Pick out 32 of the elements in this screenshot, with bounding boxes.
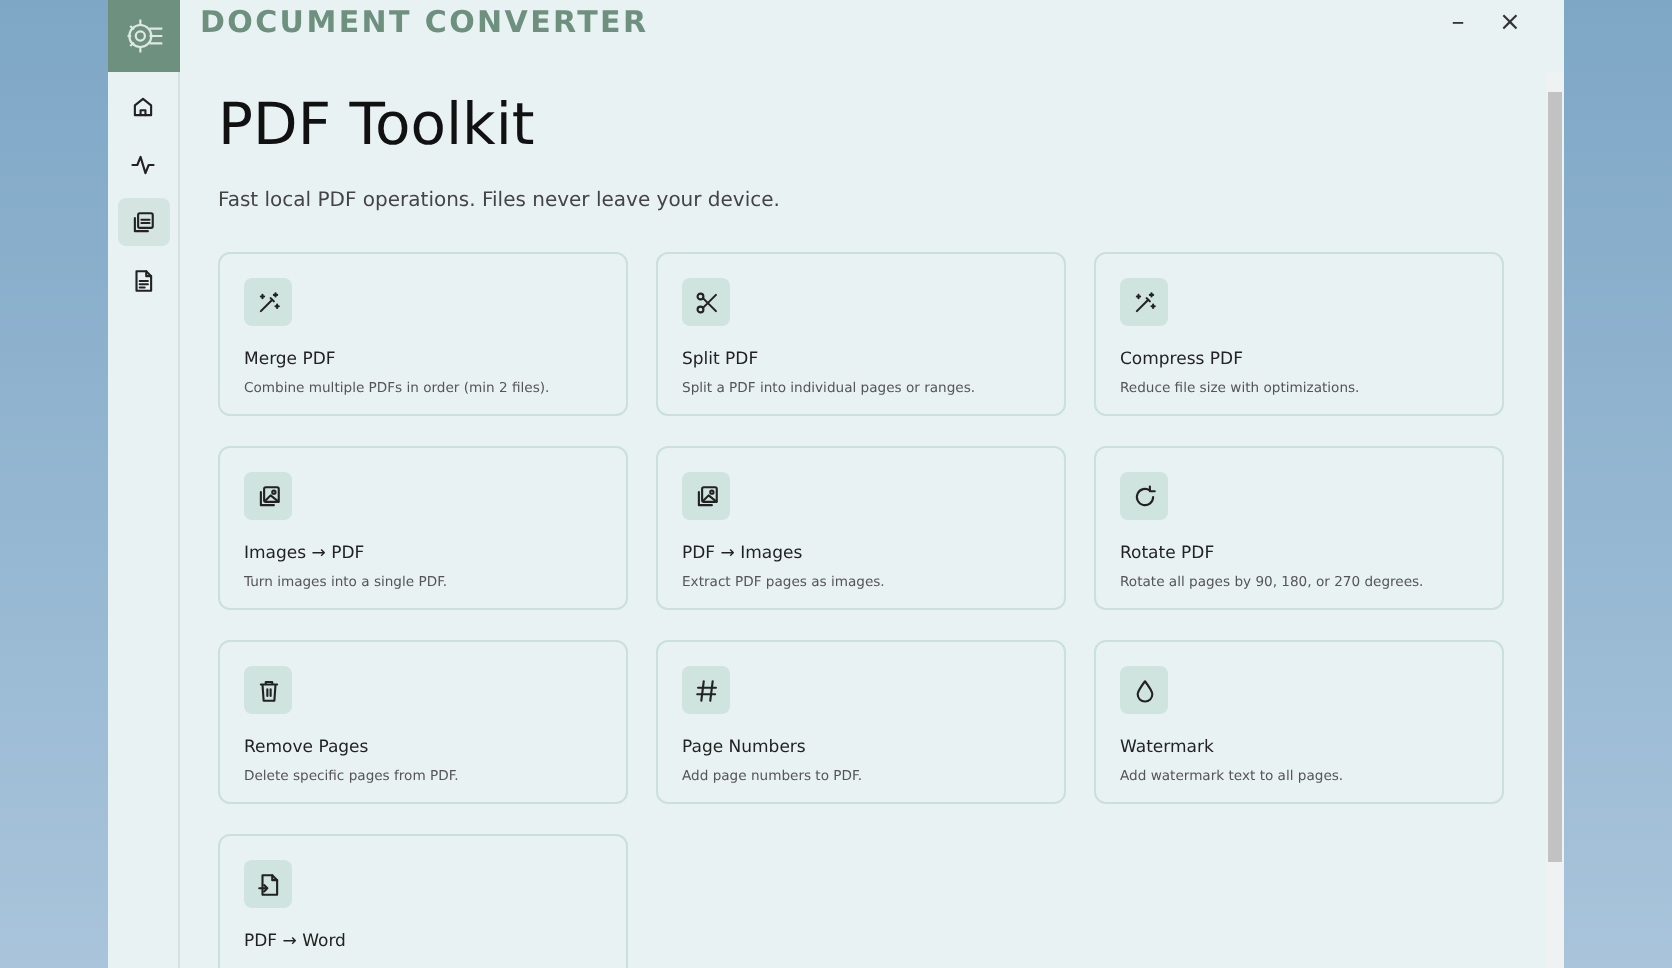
minimize-button[interactable]: – <box>1436 9 1480 36</box>
tool-title: Remove Pages <box>244 740 371 760</box>
app-title: DOCUMENT CONVERTER <box>200 2 649 44</box>
sidebar-nav-button[interactable] <box>117 198 169 246</box>
tool-title: Watermark <box>1120 740 1216 760</box>
files-icon <box>130 209 156 235</box>
tool-title: Compress PDF <box>1120 352 1245 372</box>
images-icon <box>693 483 719 510</box>
droplet-icon <box>1131 677 1157 704</box>
page-subtitle: Fast local PDF operations. Files never leave your device. <box>218 188 782 217</box>
tool-card[interactable]: PDF → Word <box>218 834 628 968</box>
magic-wand-icon <box>255 289 281 316</box>
document-icon <box>130 267 156 293</box>
scissors-icon <box>693 289 719 316</box>
magic-wand-icon <box>1131 289 1157 316</box>
close-button[interactable]: × <box>1488 9 1532 36</box>
hash-icon <box>693 677 719 704</box>
rotate-icon <box>1131 483 1157 510</box>
tool-title: PDF → Word <box>244 934 348 954</box>
activity-icon <box>130 151 156 177</box>
tool-title: PDF → Images <box>682 546 805 566</box>
tool-title: Merge PDF <box>244 352 338 372</box>
trash-icon <box>255 677 281 704</box>
scrollbar[interactable] <box>1546 72 1564 968</box>
images-icon <box>255 483 281 510</box>
tool-title: Images → PDF <box>244 546 367 566</box>
home-icon <box>130 93 156 119</box>
tool-title: Page Numbers <box>682 740 808 760</box>
file-arrow-icon <box>255 871 281 898</box>
tool-title: Rotate PDF <box>1120 546 1217 566</box>
tool-title: Split PDF <box>682 352 761 372</box>
page-title: PDF Toolkit <box>218 89 537 159</box>
